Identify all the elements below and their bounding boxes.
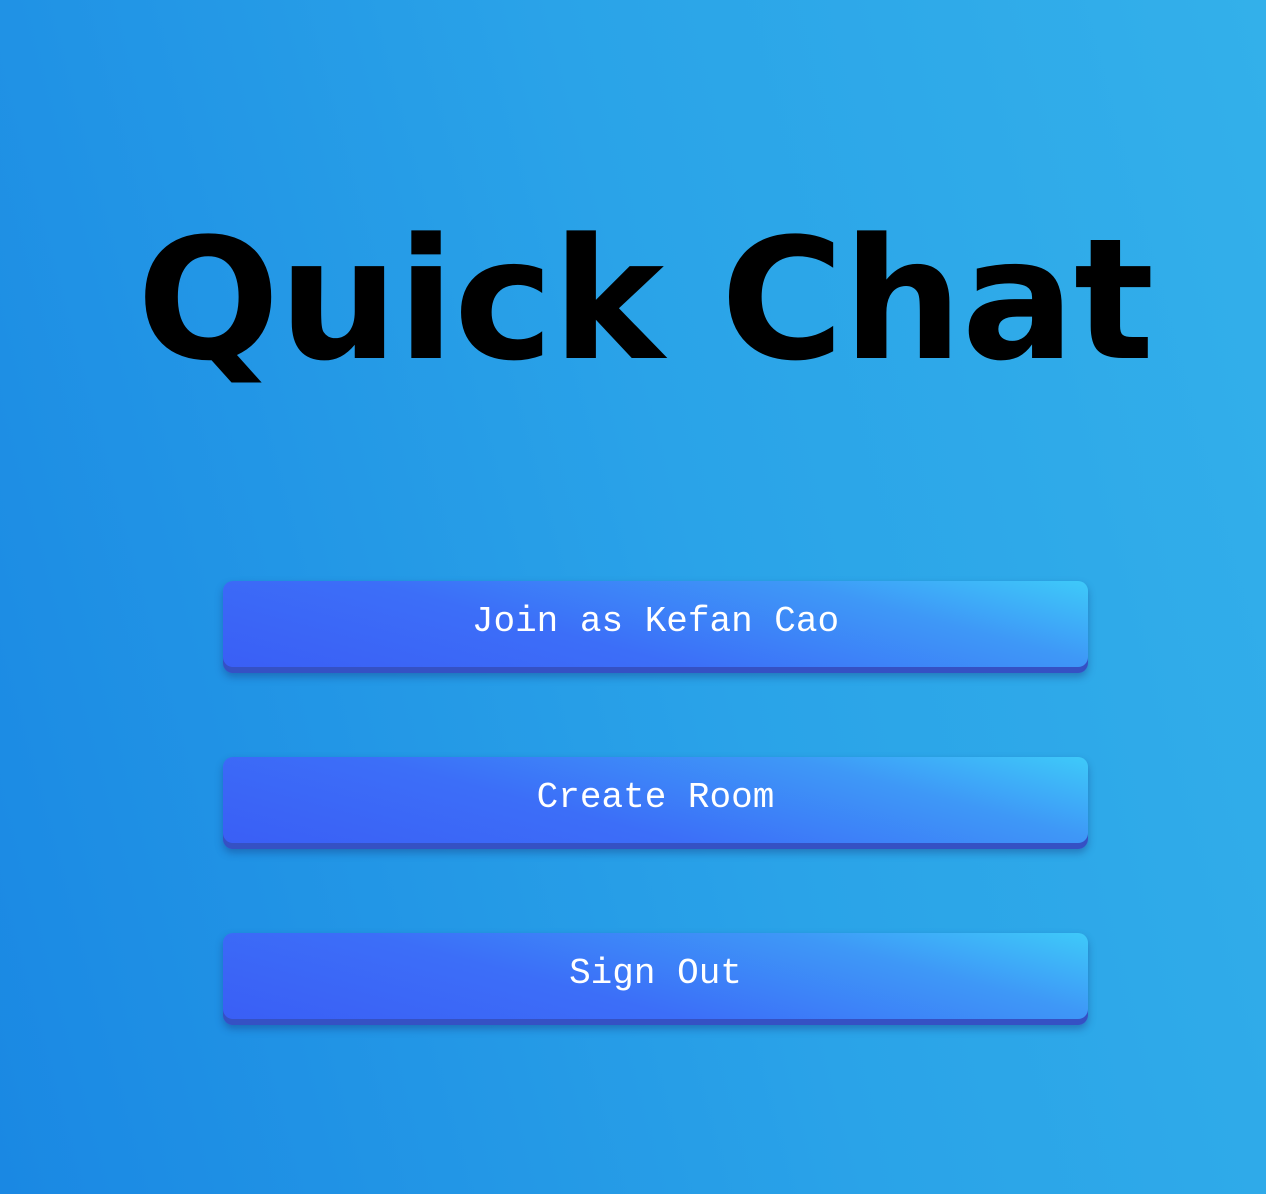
create-room-button[interactable]: Create Room (223, 757, 1088, 849)
join-button[interactable]: Join as Kefan Cao (223, 581, 1088, 673)
app-title: Quick Chat (136, 202, 1154, 398)
sign-out-button[interactable]: Sign Out (223, 933, 1088, 1025)
